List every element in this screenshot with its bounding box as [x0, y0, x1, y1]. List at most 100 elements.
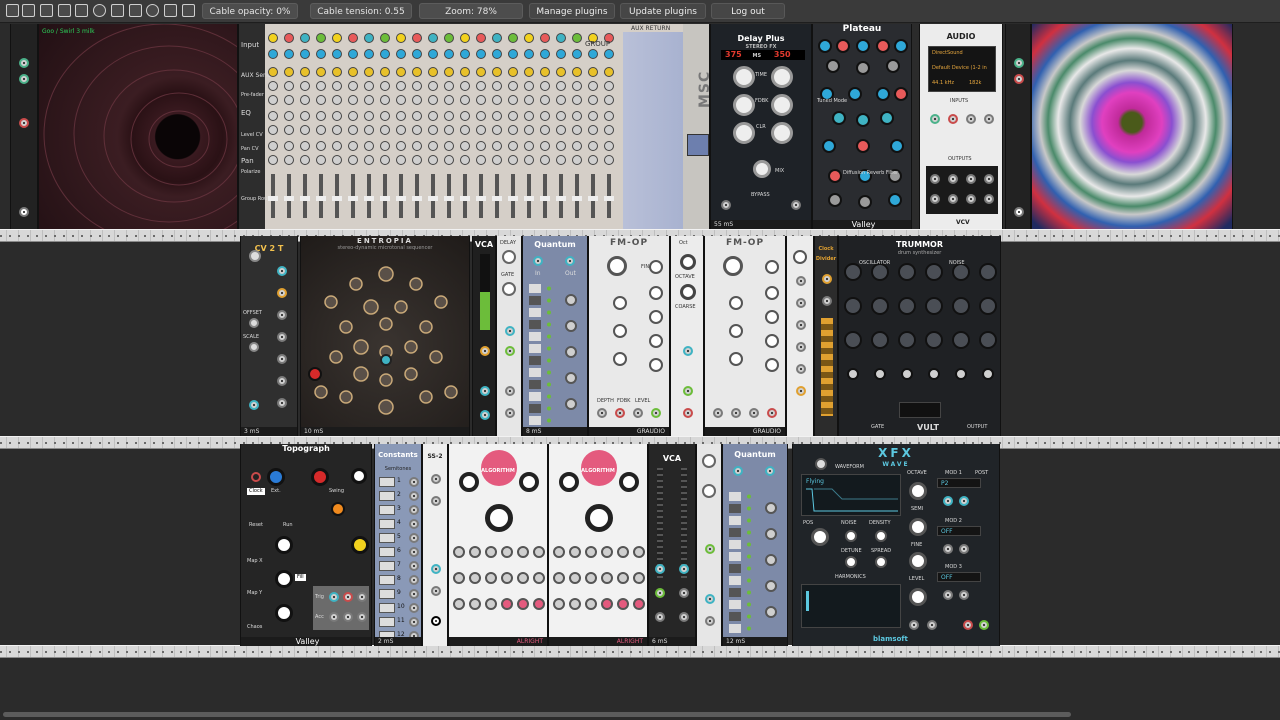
topograph-top-knob[interactable]: [351, 468, 367, 484]
xfx-spread-knob[interactable]: [875, 556, 887, 568]
mixer-knob[interactable]: [460, 67, 470, 77]
algorithm-jack[interactable]: [517, 598, 529, 610]
plugins-icon[interactable]: [164, 4, 177, 17]
mixer-knob[interactable]: [492, 111, 502, 121]
mixer-fader-handle[interactable]: [540, 196, 550, 201]
quantum-note-key[interactable]: [729, 624, 741, 633]
octave-knob[interactable]: [680, 254, 696, 270]
disconnect-cables-icon[interactable]: [111, 4, 124, 17]
jack[interactable]: [277, 398, 287, 408]
entropia-step-knob[interactable]: [363, 299, 379, 315]
mixer-knob[interactable]: [572, 81, 582, 91]
quantum-note-key[interactable]: [729, 588, 741, 597]
algorithm-knob[interactable]: [569, 546, 581, 558]
jack[interactable]: [431, 586, 441, 596]
mixer-knob[interactable]: [588, 141, 598, 151]
jack[interactable]: [1014, 74, 1024, 84]
mixer-knob[interactable]: [476, 95, 486, 105]
swing-knob[interactable]: [311, 468, 329, 486]
plateau-knob[interactable]: [856, 39, 870, 53]
quantum-note-key[interactable]: [529, 320, 541, 329]
manage-plugins-button[interactable]: Manage plugins: [529, 3, 615, 19]
mixer-knob[interactable]: [364, 81, 374, 91]
jack[interactable]: [1014, 58, 1024, 68]
mixer-knob[interactable]: [508, 141, 518, 151]
mixer-knob[interactable]: [556, 125, 566, 135]
mixer-knob[interactable]: [412, 81, 422, 91]
jack[interactable]: [565, 256, 575, 266]
mixer-knob[interactable]: [476, 155, 486, 165]
quantum-jack[interactable]: [765, 528, 777, 540]
jack[interactable]: [505, 408, 515, 418]
trummor-controls[interactable]: [839, 256, 1001, 406]
entropia-step-knob[interactable]: [419, 320, 433, 334]
fmop1-rel-knob[interactable]: [649, 358, 663, 372]
mixer-knob[interactable]: [412, 111, 422, 121]
mixer-knob[interactable]: [332, 141, 342, 151]
mixer-knob[interactable]: [476, 125, 486, 135]
algorithm-knob[interactable]: [533, 546, 545, 558]
mixer-knob[interactable]: [492, 81, 502, 91]
algorithm-jack[interactable]: [533, 598, 545, 610]
mixer-knob[interactable]: [396, 67, 406, 77]
jack[interactable]: [277, 310, 287, 320]
mixer-knob[interactable]: [316, 49, 326, 59]
jack[interactable]: [505, 326, 515, 336]
fmop1-ratio-knob[interactable]: [607, 256, 627, 276]
plateau-knob[interactable]: [828, 169, 842, 183]
mixer-fader-handle[interactable]: [364, 196, 374, 201]
constant-toggle[interactable]: [379, 505, 395, 515]
mixer-fader-handle[interactable]: [508, 196, 518, 201]
fmop1-fine-knob[interactable]: [649, 260, 663, 274]
mixer-knob[interactable]: [284, 81, 294, 91]
mixer-knob[interactable]: [300, 111, 310, 121]
mixer-knob[interactable]: [316, 95, 326, 105]
constant-toggle[interactable]: [379, 603, 395, 613]
mixer-knob[interactable]: [572, 49, 582, 59]
algorithm-jack[interactable]: [485, 598, 497, 610]
trummor-knob[interactable]: [925, 263, 943, 281]
mixer-knob[interactable]: [508, 155, 518, 165]
quantum-note-led[interactable]: [547, 358, 551, 363]
mixer-knob[interactable]: [284, 155, 294, 165]
fmop2-sus-knob[interactable]: [765, 334, 779, 348]
jack[interactable]: [966, 174, 976, 184]
quantum-jack[interactable]: [565, 398, 577, 410]
algorithm2-controls[interactable]: [549, 540, 648, 630]
mixer-knob[interactable]: [332, 95, 342, 105]
jack[interactable]: [822, 274, 832, 284]
mixer-knob[interactable]: [556, 67, 566, 77]
plateau-knob[interactable]: [890, 139, 904, 153]
trummor-knob[interactable]: [955, 368, 967, 380]
mixer-knob[interactable]: [508, 95, 518, 105]
mixer-knob[interactable]: [524, 33, 534, 43]
mixer-fader-handle[interactable]: [380, 196, 390, 201]
quantum-note-key[interactable]: [529, 404, 541, 413]
jack[interactable]: [615, 408, 625, 418]
algorithm-jack[interactable]: [453, 572, 465, 584]
jack[interactable]: [277, 354, 287, 364]
quantum-note-key[interactable]: [529, 296, 541, 305]
mixer-knob[interactable]: [364, 111, 374, 121]
delay-time-right-knob[interactable]: [771, 66, 793, 88]
mixer-knob[interactable]: [380, 141, 390, 151]
mixer-knob[interactable]: [540, 67, 550, 77]
audio-block-size[interactable]: 182k: [969, 80, 981, 87]
fmop2-rel-knob[interactable]: [765, 358, 779, 372]
fmop2-level-knob[interactable]: [729, 352, 743, 366]
mixer-knob[interactable]: [412, 125, 422, 135]
mixer-fader-handle[interactable]: [284, 196, 294, 201]
mixer-knob[interactable]: [572, 33, 582, 43]
mixer-knob[interactable]: [460, 95, 470, 105]
jack[interactable]: [1014, 207, 1024, 217]
mixer-knob[interactable]: [284, 111, 294, 121]
jack[interactable]: [979, 620, 989, 630]
quantum-note-key[interactable]: [729, 552, 741, 561]
mixer-knob[interactable]: [396, 155, 406, 165]
jack[interactable]: [796, 364, 806, 374]
mixer-knob[interactable]: [300, 81, 310, 91]
mixer-knob[interactable]: [556, 81, 566, 91]
trummor-knob[interactable]: [901, 368, 913, 380]
mixer-fader-handle[interactable]: [444, 196, 454, 201]
entropia-step-knob[interactable]: [404, 367, 418, 381]
